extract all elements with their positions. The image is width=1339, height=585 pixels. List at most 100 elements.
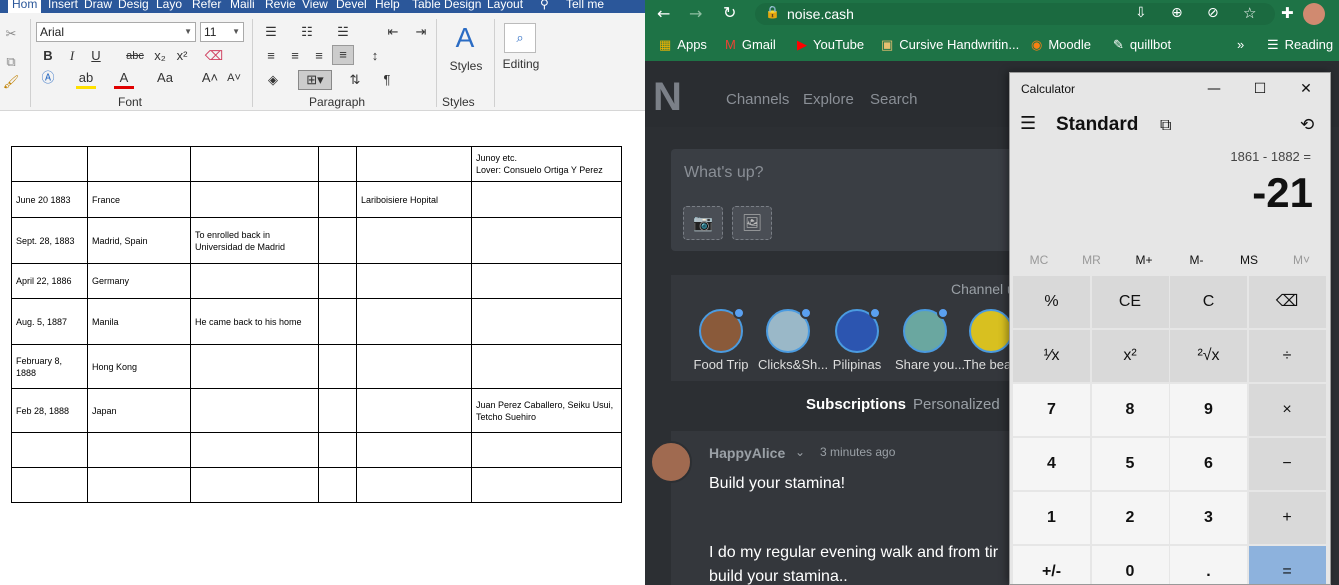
table-cell[interactable] xyxy=(356,298,472,345)
author-name[interactable]: HappyAlice xyxy=(709,445,785,461)
chevron-down-icon[interactable]: ⌄ xyxy=(795,445,805,459)
font-color-icon[interactable]: A xyxy=(114,69,134,89)
memory-button[interactable]: MR xyxy=(1066,253,1118,267)
reading-list[interactable]: ☰ Reading xyxy=(1267,37,1333,53)
tab-references[interactable]: Refer xyxy=(192,0,221,11)
zoom-icon[interactable]: ⊕ xyxy=(1171,5,1183,21)
calc-key[interactable]: × xyxy=(1248,384,1326,436)
calc-key[interactable]: ÷ xyxy=(1248,330,1326,382)
font-name-select[interactable]: Arial ▼ xyxy=(36,22,196,42)
table-cell[interactable]: Feb 28, 1888 xyxy=(11,388,88,433)
calc-key[interactable]: 7 xyxy=(1013,384,1090,436)
strikethrough-button[interactable]: abc xyxy=(122,47,148,67)
change-case-icon[interactable]: Aa xyxy=(152,69,178,89)
table-cell[interactable]: Junoy etc. Lover: Consuelo Ortiga Y Pere… xyxy=(471,146,622,182)
bookmark-gmail[interactable]: M Gmail xyxy=(725,37,776,52)
superscript-button[interactable]: x² xyxy=(172,47,192,67)
calc-key[interactable]: % xyxy=(1013,276,1090,328)
image-icon[interactable]: 🖼 xyxy=(732,206,772,240)
back-icon[interactable]: ← xyxy=(657,4,670,23)
bold-button[interactable]: B xyxy=(38,47,58,67)
author-avatar[interactable] xyxy=(650,441,692,483)
forward-icon[interactable]: → xyxy=(689,4,702,23)
cut-icon[interactable]: ✂ xyxy=(2,25,20,45)
table-cell[interactable] xyxy=(471,298,622,345)
calc-key[interactable]: +/- xyxy=(1013,546,1090,584)
table-cell[interactable] xyxy=(356,467,472,503)
nav-channels[interactable]: Channels xyxy=(726,91,789,108)
tab-mailings[interactable]: Maili xyxy=(230,0,255,11)
calc-key[interactable]: ²√x xyxy=(1170,330,1247,382)
table-cell[interactable] xyxy=(11,467,88,503)
camera-icon[interactable]: 📷 xyxy=(683,206,723,240)
table-cell[interactable]: Madrid, Spain xyxy=(87,217,191,264)
bookmark-moodle[interactable]: ◉ Moodle xyxy=(1031,37,1091,53)
table-cell[interactable] xyxy=(87,467,191,503)
table-cell[interactable]: February 8, 1888 xyxy=(11,344,88,389)
bullets-icon[interactable]: ☰ xyxy=(260,23,282,43)
memory-button[interactable]: M˅ xyxy=(1276,253,1328,267)
table-cell[interactable]: He came back to his home xyxy=(190,298,319,345)
bookmarks-overflow-icon[interactable]: » xyxy=(1237,37,1244,52)
tell-me-box[interactable]: Tell me xyxy=(566,0,604,11)
backspace-icon[interactable]: ⌫ xyxy=(1248,276,1326,328)
underline-button[interactable]: U xyxy=(86,47,106,67)
tab-personalized[interactable]: Personalized xyxy=(913,396,1000,413)
table-cell[interactable] xyxy=(11,146,88,182)
close-icon[interactable]: ✕ xyxy=(1284,77,1328,101)
bookmark-quillbot[interactable]: ✎ quillbot xyxy=(1113,37,1171,53)
table-cell[interactable]: Lariboisiere Hopital xyxy=(356,181,472,218)
subscript-button[interactable]: x₂ xyxy=(150,47,170,67)
tab-insert[interactable]: Insert xyxy=(48,0,78,11)
align-left-icon[interactable]: ≡ xyxy=(260,47,282,67)
shrink-font-icon[interactable]: A˅ xyxy=(224,69,244,89)
multilevel-list-icon[interactable]: ☱ xyxy=(332,23,354,43)
calc-key[interactable]: . xyxy=(1170,546,1247,584)
channel-food-trip[interactable]: Food Trip xyxy=(691,307,751,372)
format-painter-icon[interactable]: 🖌 xyxy=(2,73,20,93)
reload-icon[interactable]: ↻ xyxy=(723,3,736,22)
table-cell[interactable]: Germany xyxy=(87,263,191,299)
calc-key[interactable]: 1 xyxy=(1013,492,1090,544)
star-icon[interactable]: ☆ xyxy=(1243,4,1256,22)
memory-button[interactable]: M+ xyxy=(1118,253,1170,267)
tab-design[interactable]: Desig xyxy=(118,0,149,11)
history-icon[interactable]: ⟲ xyxy=(1300,115,1314,135)
table-cell[interactable] xyxy=(318,146,357,182)
table-cell[interactable] xyxy=(471,181,622,218)
styles-button-label[interactable]: Styles xyxy=(444,57,488,77)
memory-button[interactable]: M- xyxy=(1171,253,1223,267)
calc-key[interactable]: 8 xyxy=(1091,384,1169,436)
memory-button[interactable]: MC xyxy=(1013,253,1065,267)
calc-key[interactable]: 9 xyxy=(1170,384,1247,436)
channel-clicks[interactable]: Clicks&Sh... xyxy=(758,307,828,372)
tab-table-design[interactable]: Table Design xyxy=(412,0,481,11)
tab-draw[interactable]: Draw xyxy=(84,0,112,11)
table-cell[interactable]: France xyxy=(87,181,191,218)
profile-avatar[interactable] xyxy=(1303,3,1325,25)
table-cell[interactable] xyxy=(356,217,472,264)
calc-key[interactable]: 0 xyxy=(1091,546,1169,584)
calc-key[interactable]: ¹⁄x xyxy=(1013,330,1090,382)
table-cell[interactable] xyxy=(356,344,472,389)
tab-subscriptions[interactable]: Subscriptions xyxy=(806,396,906,413)
calc-key[interactable]: 4 xyxy=(1013,438,1090,490)
table-cell[interactable] xyxy=(471,344,622,389)
shading-icon[interactable]: ◈ xyxy=(262,71,284,91)
table-cell[interactable] xyxy=(471,217,622,264)
show-marks-icon[interactable]: ¶ xyxy=(376,71,398,91)
bookmark-apps[interactable]: ▦ Apps xyxy=(659,37,707,53)
calc-key[interactable]: 6 xyxy=(1170,438,1247,490)
tab-home[interactable]: Hom xyxy=(8,0,42,13)
table-cell[interactable] xyxy=(190,181,319,218)
table-cell[interactable] xyxy=(190,263,319,299)
table-cell[interactable] xyxy=(87,432,191,468)
calc-key[interactable]: 5 xyxy=(1091,438,1169,490)
table-cell[interactable] xyxy=(318,263,357,299)
table-cell[interactable]: June 20 1883 xyxy=(11,181,88,218)
copy-icon[interactable]: ⧉ xyxy=(2,53,20,73)
clear-formatting-icon[interactable]: ⌫ xyxy=(204,47,224,67)
justify-icon[interactable]: ≡ xyxy=(332,45,354,65)
noise-logo-icon[interactable]: N xyxy=(653,75,682,120)
table-cell[interactable] xyxy=(318,298,357,345)
